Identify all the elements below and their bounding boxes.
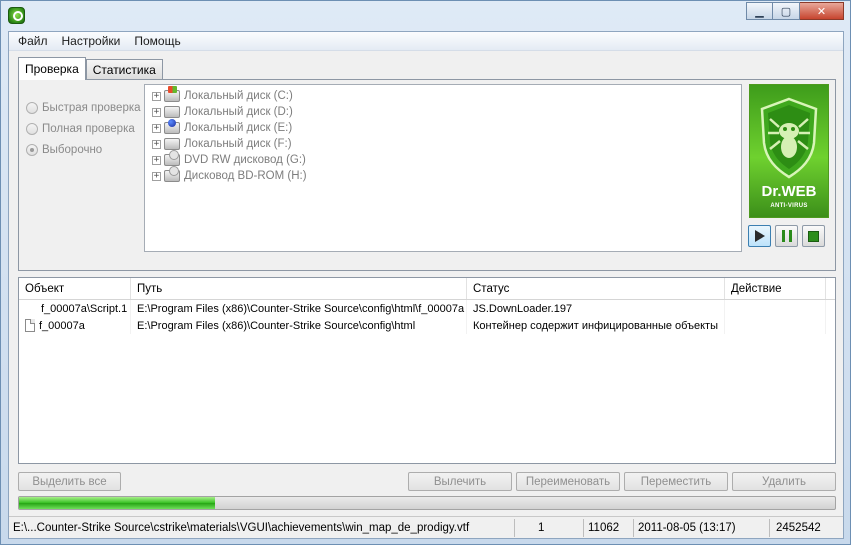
column-header-action[interactable]: Действие [725,278,826,299]
tree-node-drive-d[interactable]: + Локальный диск (D:) [145,104,741,120]
menu-file[interactable]: Файл [11,34,55,48]
table-row[interactable]: f_00007a E:\Program Files (x86)\Counter-… [19,317,835,334]
column-header-object[interactable]: Объект [19,278,131,299]
cell-object: f_00007a [19,317,131,334]
tree-node-label: Локальный диск (E:) [184,122,293,134]
start-scan-button[interactable] [748,225,771,247]
select-all-button[interactable]: Выделить все [18,472,121,491]
cell-path: E:\Program Files (x86)\Counter-Strike So… [131,300,467,317]
dvd-drive-icon [164,150,180,166]
cure-button[interactable]: Вылечить [408,472,512,491]
column-header-status[interactable]: Статус [467,278,725,299]
logo-name: Dr.WEB [761,183,817,200]
results-table[interactable]: Объект Путь Статус Действие f_00007a\Scr… [18,277,836,464]
status-bar: E:\...Counter-Strike Source\cstrike\mate… [9,516,843,538]
main-window: ▁ ▢ ✕ Файл Настройки Помощь Проверка Ста… [0,0,851,545]
tree-node-label: Локальный диск (C:) [184,90,293,102]
expand-icon[interactable]: + [152,107,161,117]
results-header: Объект Путь Статус Действие [19,278,835,300]
cell-object: f_00007a\Script.1 [19,300,131,317]
expand-icon[interactable]: + [152,155,161,165]
hard-drive-icon [164,106,180,118]
close-button[interactable]: ✕ [800,2,844,20]
tree-node-drive-c[interactable]: + Локальный диск (C:) [145,86,741,104]
scan-mode-group: Быстрая проверка Полная проверка Выбороч… [26,97,141,160]
scan-progress-bar [18,496,836,510]
menu-bar: Файл Настройки Помощь [9,32,843,51]
table-row[interactable]: f_00007a\Script.1 E:\Program Files (x86)… [19,300,835,317]
radio-dot [26,101,38,114]
radio-dot [26,122,38,135]
stop-scan-button[interactable] [802,225,825,247]
cell-status: Контейнер содержит инфицированные объект… [467,317,725,334]
drive-tree[interactable]: + Локальный диск (C:) + Локальный диск (… [144,84,742,252]
drweb-logo: Dr.WEB ANTI-VIRUS [749,84,829,218]
tree-node-drive-h[interactable]: + Дисковод BD-ROM (H:) [145,166,741,184]
cell-object-label: f_00007a [39,319,85,332]
file-icon [25,319,35,332]
radio-dot-checked [26,143,38,156]
hard-drive-icon [164,138,180,150]
tree-node-drive-f[interactable]: + Локальный диск (F:) [145,136,741,152]
expand-icon[interactable]: + [152,139,161,149]
minimize-button[interactable]: ▁ [746,2,773,20]
bd-drive-icon [164,166,180,182]
scan-panel: Быстрая проверка Полная проверка Выбороч… [18,79,836,271]
logo-subtitle: ANTI-VIRUS [770,203,808,209]
expand-icon[interactable]: + [152,123,161,133]
cell-path: E:\Program Files (x86)\Counter-Strike So… [131,317,467,334]
radio-label: Быстрая проверка [42,101,141,114]
delete-button[interactable]: Удалить [732,472,836,491]
title-bar: ▁ ▢ ✕ [1,1,850,31]
status-total-count: 2452542 [776,521,821,534]
play-icon [754,230,765,242]
tree-node-drive-e[interactable]: + Локальный диск (E:) [145,119,741,136]
status-datetime: 2011-08-05 (13:17) [634,518,770,537]
radio-custom-scan[interactable]: Выборочно [26,139,141,160]
expand-icon[interactable]: + [152,91,161,101]
drweb-app-icon[interactable] [8,7,25,24]
expand-icon[interactable]: + [152,171,161,181]
menu-help[interactable]: Помощь [127,34,187,48]
menu-settings[interactable]: Настройки [55,34,128,48]
status-infected-count: 1 [515,518,584,537]
cell-action [725,317,826,334]
move-button[interactable]: Переместить [624,472,728,491]
radio-label: Выборочно [42,143,103,156]
tab-strip: Проверка Статистика [18,57,163,80]
radio-label: Полная проверка [42,122,135,135]
tab-scan[interactable]: Проверка [18,57,86,80]
maximize-button[interactable]: ▢ [773,2,800,20]
progress-fill [19,497,215,509]
rename-button[interactable]: Переименовать [516,472,620,491]
tree-node-label: Локальный диск (D:) [184,106,293,118]
cell-action [725,300,826,317]
radio-full-scan[interactable]: Полная проверка [26,118,141,139]
stop-icon [808,230,819,242]
window-controls: ▁ ▢ ✕ [746,2,844,20]
spider-shield-icon [760,97,818,179]
tree-node-drive-g[interactable]: + DVD RW дисковод (G:) [145,150,741,168]
tree-node-label: Локальный диск (F:) [184,138,292,150]
cell-status: JS.DownLoader.197 [467,300,725,317]
client-area: Файл Настройки Помощь Проверка Статистик… [8,31,844,539]
tree-node-label: Дисковод BD-ROM (H:) [184,170,307,182]
tab-statistics[interactable]: Статистика [85,59,163,80]
scan-control-buttons [748,225,825,247]
pause-scan-button[interactable] [775,225,798,247]
status-current-file: E:\...Counter-Strike Source\cstrike\mate… [9,518,515,537]
radio-quick-scan[interactable]: Быстрая проверка [26,97,141,118]
status-checked-count: 11062 [584,518,634,537]
column-header-path[interactable]: Путь [131,278,467,299]
system-drive-icon [164,86,180,102]
network-drive-icon [164,119,180,134]
pause-icon [781,230,792,242]
tree-node-label: DVD RW дисковод (G:) [184,154,306,166]
